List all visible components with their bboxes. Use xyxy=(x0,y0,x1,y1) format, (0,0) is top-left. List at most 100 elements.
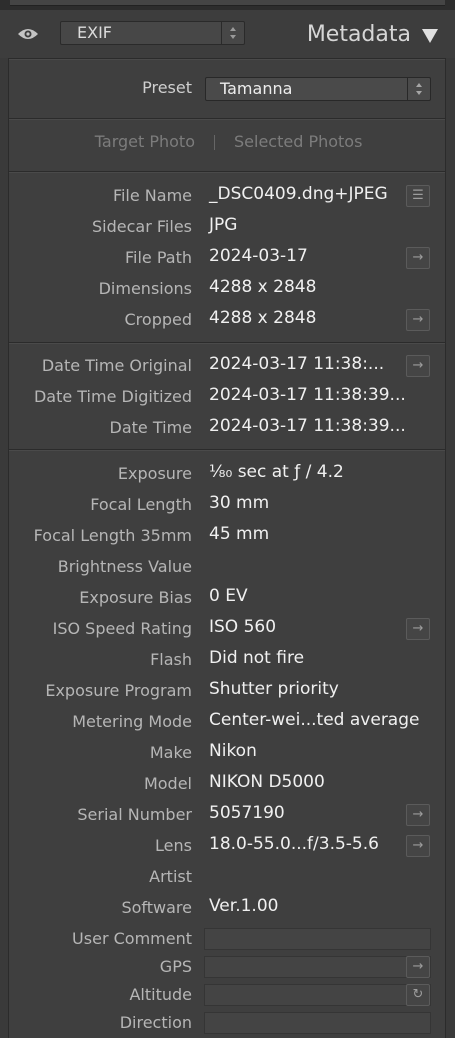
metadata-row-focal-length-35mm: Focal Length 35mm 45 mm xyxy=(9,523,445,551)
metadata-value: Ver.1.00 xyxy=(209,896,279,916)
metadata-value: 45 mm xyxy=(209,524,270,544)
metadata-value: 2024-03-17 xyxy=(209,246,308,266)
metadata-value: JPG xyxy=(209,215,238,235)
metadata-row-brightness-value: Brightness Value xyxy=(9,554,445,582)
metadata-label: Focal Length 35mm xyxy=(33,526,192,545)
metadata-row-cropped: Cropped 4288 x 2848 → xyxy=(9,307,445,335)
metadata-row-date-time-digitized: Date Time Digitized 2024-03-17 11:38:39..… xyxy=(9,384,445,412)
eye-icon[interactable] xyxy=(16,26,40,42)
metadata-value: ISO 560 xyxy=(209,617,277,637)
metadata-label: Exposure Bias xyxy=(79,588,192,607)
metadata-row-file-name: File Name _DSC0409.dng+JPEG ☰ xyxy=(9,183,445,211)
metadata-label: Serial Number xyxy=(77,805,192,824)
metadata-row-altitude: Altitude ↻ xyxy=(9,982,445,1010)
panel-header: EXIF Metadata xyxy=(0,10,455,58)
preset-label: Preset xyxy=(142,78,192,97)
target-toggle: Target Photo Selected Photos xyxy=(9,132,445,156)
preset-value: Tamanna xyxy=(220,79,293,98)
metadata-value: 0 EV xyxy=(209,586,248,606)
metadata-label: Lens xyxy=(155,836,192,855)
metadata-value: 2024-03-17 11:38:39... xyxy=(209,416,406,436)
arrow-icon[interactable]: → xyxy=(406,804,430,826)
metadata-value: 2024-03-17 11:38:... xyxy=(209,354,385,374)
metadata-row-serial-number: Serial Number 5057190 → xyxy=(9,802,445,830)
metadata-view-value: EXIF xyxy=(77,23,112,42)
metadata-value: 5057190 xyxy=(209,803,285,823)
metadata-label: Direction xyxy=(119,1013,192,1032)
metadata-label: Software xyxy=(121,898,192,917)
metadata-label: Exposure Program xyxy=(45,681,192,700)
metadata-label: Sidecar Files xyxy=(92,217,192,236)
metadata-row-software: Software Ver.1.00 xyxy=(9,895,445,923)
arrow-icon[interactable]: → xyxy=(406,355,430,377)
selected-photos-option[interactable]: Selected Photos xyxy=(234,132,362,151)
metadata-row-metering-mode: Metering Mode Center-wei...ted average xyxy=(9,709,445,737)
metadata-label: Date Time xyxy=(109,418,192,437)
metadata-label: Focal Length xyxy=(90,495,192,514)
metadata-label: File Path xyxy=(124,248,192,267)
metadata-label: Make xyxy=(149,743,192,762)
metadata-row-artist: Artist xyxy=(9,864,445,892)
metadata-row-exposure: Exposure ¹⁄₈₀ sec at ƒ / 4.2 xyxy=(9,461,445,489)
metadata-value: Did not fire xyxy=(209,648,305,668)
metadata-panel: Preset Tamanna Target Photo Selected Pho… xyxy=(8,58,446,1038)
metadata-row-model: Model NIKON D5000 xyxy=(9,771,445,799)
metadata-label: User Comment xyxy=(72,929,192,948)
metadata-row-sidecar-files: Sidecar Files JPG xyxy=(9,214,445,242)
metadata-value: 18.0-55.0...f/3.5-5.6 xyxy=(209,834,379,854)
preset-select[interactable]: Tamanna xyxy=(205,77,431,101)
metadata-view-select[interactable]: EXIF xyxy=(60,21,245,45)
divider xyxy=(9,58,445,60)
metadata-row-gps: GPS → xyxy=(9,954,445,982)
metadata-row-exposure-program: Exposure Program Shutter priority xyxy=(9,678,445,706)
metadata-row-make: Make Nikon xyxy=(9,740,445,768)
arrow-icon[interactable]: → xyxy=(406,618,430,640)
updown-arrows-icon xyxy=(407,78,430,100)
arrow-icon[interactable]: → xyxy=(406,835,430,857)
collapse-triangle-icon[interactable] xyxy=(422,29,438,43)
metadata-label: GPS xyxy=(159,957,192,976)
metadata-label: Date Time Digitized xyxy=(33,387,192,406)
metadata-value: 30 mm xyxy=(209,493,270,513)
metadata-value: NIKON D5000 xyxy=(209,772,325,792)
metadata-label: Artist xyxy=(149,867,192,886)
target-photo-option[interactable]: Target Photo xyxy=(95,132,195,151)
arrow-icon[interactable]: → xyxy=(406,309,430,331)
metadata-value: 4288 x 2848 xyxy=(209,308,317,328)
refresh-icon[interactable]: ↻ xyxy=(406,984,430,1006)
metadata-row-lens: Lens 18.0-55.0...f/3.5-5.6 → xyxy=(9,833,445,861)
metadata-row-focal-length: Focal Length 30 mm xyxy=(9,492,445,520)
metadata-label: Flash xyxy=(150,650,192,669)
divider xyxy=(9,118,445,120)
metadata-label: File Name xyxy=(112,186,192,205)
metadata-row-exposure-bias: Exposure Bias 0 EV xyxy=(9,585,445,613)
metadata-label: Date Time Original xyxy=(41,356,192,375)
metadata-value: _DSC0409.dng+JPEG xyxy=(209,184,388,204)
metadata-value: Nikon xyxy=(209,741,257,761)
metadata-label: Dimensions xyxy=(98,279,192,298)
metadata-value: 4288 x 2848 xyxy=(209,277,317,297)
metadata-value: Center-wei...ted average xyxy=(209,710,420,730)
arrow-icon[interactable]: → xyxy=(406,247,430,269)
metadata-value: ¹⁄₈₀ sec at ƒ / 4.2 xyxy=(209,462,344,482)
direction-field[interactable] xyxy=(204,1012,431,1034)
metadata-value: 2024-03-17 11:38:39... xyxy=(209,385,406,405)
metadata-label: Brightness Value xyxy=(57,557,192,576)
gps-field[interactable] xyxy=(204,956,431,978)
top-strip-edge xyxy=(10,0,445,6)
metadata-row-date-time-original: Date Time Original 2024-03-17 11:38:... → xyxy=(9,353,445,381)
metadata-label: Cropped xyxy=(124,310,193,329)
metadata-row-flash: Flash Did not fire xyxy=(9,647,445,675)
user-comment-field[interactable] xyxy=(204,928,431,950)
divider xyxy=(9,171,445,173)
altitude-field[interactable] xyxy=(204,984,431,1006)
metadata-value: Shutter priority xyxy=(209,679,339,699)
metadata-label: Altitude xyxy=(129,985,192,1004)
metadata-label: Exposure xyxy=(117,464,192,483)
updown-arrows-icon xyxy=(221,22,244,44)
list-icon[interactable]: ☰ xyxy=(406,185,430,207)
metadata-label: Model xyxy=(143,774,192,793)
arrow-icon[interactable]: → xyxy=(406,956,430,978)
top-strip xyxy=(0,0,455,10)
panel-title: Metadata xyxy=(306,22,411,47)
